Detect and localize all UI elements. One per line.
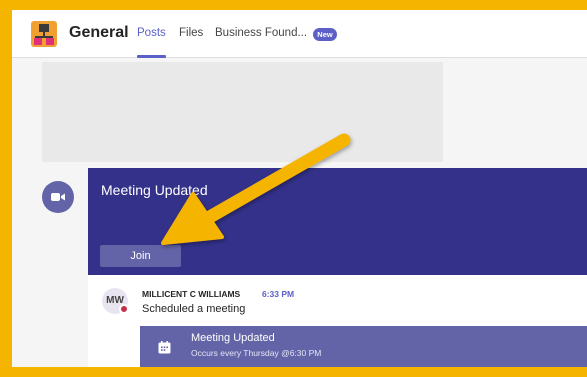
annotation-arrow-icon	[161, 133, 351, 245]
